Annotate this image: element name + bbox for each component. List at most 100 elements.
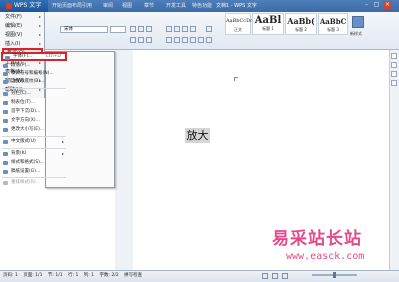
font-name-select[interactable]: 宋体 — [60, 26, 108, 33]
submenu-columns[interactable]: 分栏(C)... — [1, 90, 67, 98]
align-right-icon[interactable] — [182, 37, 188, 43]
bullets-icon[interactable] — [166, 26, 172, 32]
numbering-icon[interactable] — [174, 26, 180, 32]
style-heading-2-preview: AaBb( — [287, 16, 315, 26]
submenu-separator — [2, 88, 66, 89]
submenu-restyle-label: 重排样式(R)... — [11, 180, 40, 185]
change-case-icon — [3, 128, 8, 132]
side-tool-icon-1[interactable] — [391, 53, 397, 59]
shrink-font-icon[interactable] — [138, 26, 144, 32]
side-tool-icon-4[interactable] — [391, 80, 397, 86]
watermark-url: www.easck.com — [286, 251, 365, 262]
zoom-slider-handle[interactable] — [333, 272, 336, 278]
submenu-bullets-numbering-label: 项目符号和编号(N)... — [11, 71, 54, 76]
style-heading-2-label: 标题 2 — [295, 27, 307, 32]
grow-font-icon[interactable] — [130, 26, 136, 32]
drop-cap-icon — [3, 110, 8, 114]
submenu-text-direction[interactable]: 文字方向(X)... — [1, 117, 67, 125]
style-normal[interactable]: AaBbCcDd 正文 — [225, 13, 254, 35]
style-heading-1[interactable]: AaBl 标题 1 — [252, 13, 284, 35]
submenu-bullets-numbering[interactable]: 项目符号和编号(N)... — [1, 70, 67, 78]
minimize-button[interactable]: – — [362, 1, 371, 9]
shading-icon[interactable] — [206, 37, 212, 43]
line-spacing-icon[interactable] — [198, 37, 204, 43]
submenu-borders-shading[interactable]: 边框和底纹(B)... — [1, 78, 67, 86]
tab-references[interactable]: 引用 — [82, 0, 92, 12]
submenu-font-label: 字体(F)... — [13, 54, 33, 59]
read-view-icon[interactable] — [282, 273, 288, 279]
menu-insert-label: 插入(I) — [5, 41, 21, 47]
font-size-select[interactable] — [110, 26, 126, 33]
submenu-styles-formatting[interactable]: 样式和格式(S)... — [1, 159, 67, 167]
style-normal-preview: AaBbCcDd — [226, 18, 254, 24]
status-line: 行: 1 — [68, 273, 79, 278]
submenu-font-shortcut: Ctrl+D — [45, 54, 61, 59]
submenu-text-direction-label: 文字方向(X)... — [11, 118, 40, 123]
submenu-manuscript-settings-label: 稿纸设置(G)... — [11, 169, 41, 174]
submenu-tabs[interactable]: 制表位(T)... — [1, 99, 67, 107]
style-heading-1-preview: AaBl — [254, 15, 282, 26]
page-corner-mark — [234, 77, 238, 81]
new-style-icon[interactable] — [352, 16, 364, 28]
tab-start[interactable]: 开始 — [52, 0, 62, 12]
justify-icon[interactable] — [190, 37, 196, 43]
wps-logo-icon — [6, 2, 12, 9]
left-margin — [115, 50, 133, 270]
font-color-icon[interactable] — [146, 37, 152, 43]
submenu-columns-label: 分栏(C)... — [11, 91, 31, 96]
submenu-background[interactable]: 背景(K) ▸ — [1, 150, 67, 158]
submenu-change-case[interactable]: 更改大小写(E)... — [1, 126, 67, 134]
submenu-restyle: 重排样式(R)... — [1, 179, 67, 187]
submenu-chinese-layout[interactable]: 中文版式(U) ▸ — [1, 138, 67, 146]
menu-view-label: 视图(V) — [5, 32, 23, 38]
status-bar: 页码: 1 页面: 1/1 节: 1/1 行: 1 列: 1 字数: 2/2 拼… — [0, 270, 399, 282]
submenu-separator — [2, 177, 66, 178]
highlight-icon[interactable] — [138, 37, 144, 43]
restyle-icon — [3, 181, 8, 185]
font-icon — [5, 56, 10, 60]
style-heading-2[interactable]: AaBb( 标题 2 — [285, 13, 317, 35]
close-button[interactable]: × — [383, 1, 392, 9]
text-direction-icon — [3, 119, 8, 123]
tab-developer[interactable]: 开发工具 — [166, 0, 186, 12]
submenu-change-case-label: 更改大小写(E)... — [11, 127, 45, 132]
submenu-drop-cap[interactable]: 首字下沉(D)... — [1, 108, 67, 116]
status-column: 列: 1 — [83, 273, 95, 278]
style-heading-3[interactable]: AaBbC 标题 3 — [318, 13, 348, 35]
status-page: 页码: 1 — [3, 273, 18, 278]
style-heading-3-label: 标题 3 — [327, 27, 339, 32]
submenu-paragraph[interactable]: 段落(P)... — [1, 62, 67, 70]
side-tool-icon-2[interactable] — [391, 62, 397, 68]
tab-view[interactable]: 视图 — [122, 0, 132, 12]
style-normal-label: 正文 — [234, 27, 242, 32]
status-section: 节: 1/1 — [47, 273, 63, 278]
maximize-button[interactable]: □ — [372, 1, 381, 9]
show-marks-icon[interactable] — [206, 26, 212, 32]
status-spell-check[interactable]: 拼写检查 — [124, 273, 142, 278]
view-mode-icon[interactable] — [262, 273, 268, 279]
menu-view[interactable]: 视图(V) ▸ — [2, 31, 43, 39]
status-word-count: 字数: 2/2 — [99, 273, 119, 278]
menu-edit[interactable]: 编辑(E) ▸ — [2, 22, 43, 30]
underline-icon[interactable] — [130, 37, 136, 43]
outdent-icon[interactable] — [182, 26, 188, 32]
selected-document-text[interactable]: 放大 — [185, 128, 210, 143]
tab-review[interactable]: 审阅 — [103, 0, 113, 12]
submenu-background-label: 背景(K) — [11, 151, 27, 156]
indent-icon[interactable] — [190, 26, 196, 32]
submenu-font[interactable]: 字体(F)... Ctrl+D — [1, 52, 67, 61]
web-view-icon[interactable] — [272, 273, 278, 279]
tab-page-layout[interactable]: 页面布局 — [62, 0, 82, 12]
tab-features[interactable]: 特色功能 — [192, 0, 212, 12]
manuscript-icon — [3, 170, 8, 174]
align-left-icon[interactable] — [166, 37, 172, 43]
wps-app-button[interactable]: WPS 文字 — [0, 0, 48, 12]
submenu-manuscript-settings[interactable]: 稿纸设置(G)... — [1, 168, 67, 176]
menu-insert[interactable]: 插入(I) ▸ — [2, 40, 43, 48]
chevron-right-icon: ▸ — [38, 32, 41, 37]
menu-file[interactable]: 文件(F) ▸ — [2, 13, 43, 21]
side-tool-icon-3[interactable] — [391, 71, 397, 77]
align-center-icon[interactable] — [174, 37, 180, 43]
clear-format-icon[interactable] — [146, 26, 152, 32]
tab-sections[interactable]: 章节 — [144, 0, 154, 12]
